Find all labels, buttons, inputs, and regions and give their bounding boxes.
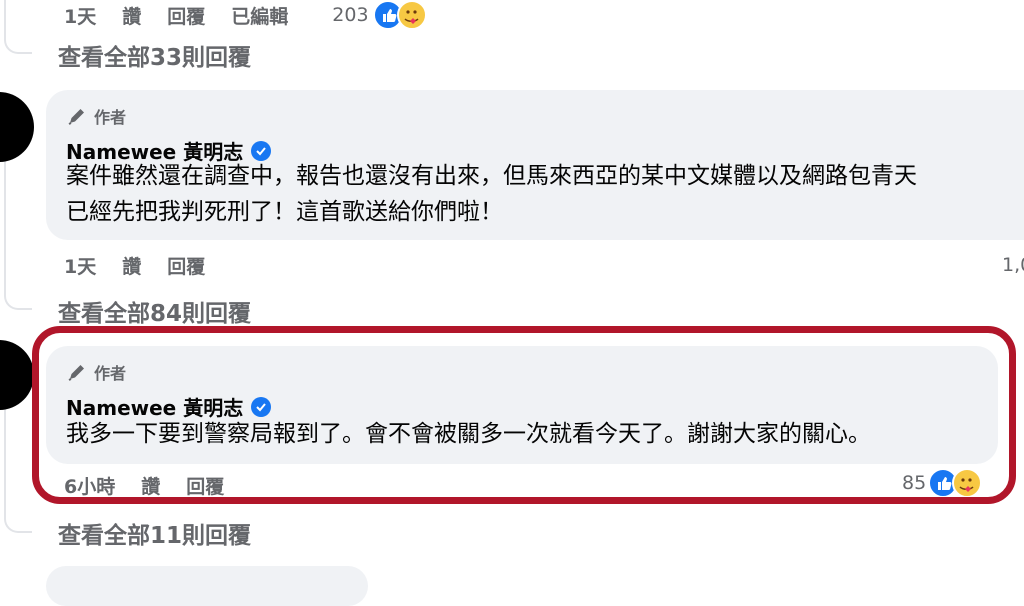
like-button[interactable]: 讚 [122, 2, 141, 29]
comment-1-actions: 1天 讚 回覆 [64, 252, 205, 279]
reaction-count[interactable]: 203 [332, 4, 368, 26]
comment-bubble-3 [46, 566, 368, 606]
care-reaction-icon [396, 0, 427, 30]
reply-button[interactable]: 回覆 [167, 252, 205, 279]
thread-line-top [4, 0, 32, 54]
reaction-count-1[interactable]: 1,0 [1002, 254, 1024, 276]
thread-line-2 [4, 405, 32, 533]
view-replies-1[interactable]: 查看全部84則回覆 [58, 294, 251, 328]
avatar[interactable] [0, 340, 34, 410]
author-tag-1: 作者 [66, 104, 126, 128]
comment-text-line-1: 案件雖然還在調查中，報告也還沒有出來，但馬來西亞的某中文媒體以及網路包青天 [66, 163, 917, 189]
comment-top-actions: 1天 讚 回覆 已編輯 203 [64, 0, 427, 30]
thread-line-1 [4, 150, 32, 310]
author-tag-label: 作者 [94, 108, 127, 127]
comment-time[interactable]: 1天 [64, 2, 96, 29]
view-replies-top[interactable]: 查看全部33則回覆 [58, 38, 251, 72]
edited-label[interactable]: 已編輯 [231, 2, 288, 29]
comment-time[interactable]: 1天 [64, 252, 96, 279]
pencil-icon [68, 109, 84, 125]
view-replies-2[interactable]: 查看全部11則回覆 [58, 516, 251, 550]
highlight-box [32, 326, 1016, 504]
comment-text-line-2: 已經先把我判死刑了！這首歌送給你們啦！ [66, 199, 503, 225]
like-button[interactable]: 讚 [122, 252, 141, 279]
reply-button[interactable]: 回覆 [167, 2, 205, 29]
